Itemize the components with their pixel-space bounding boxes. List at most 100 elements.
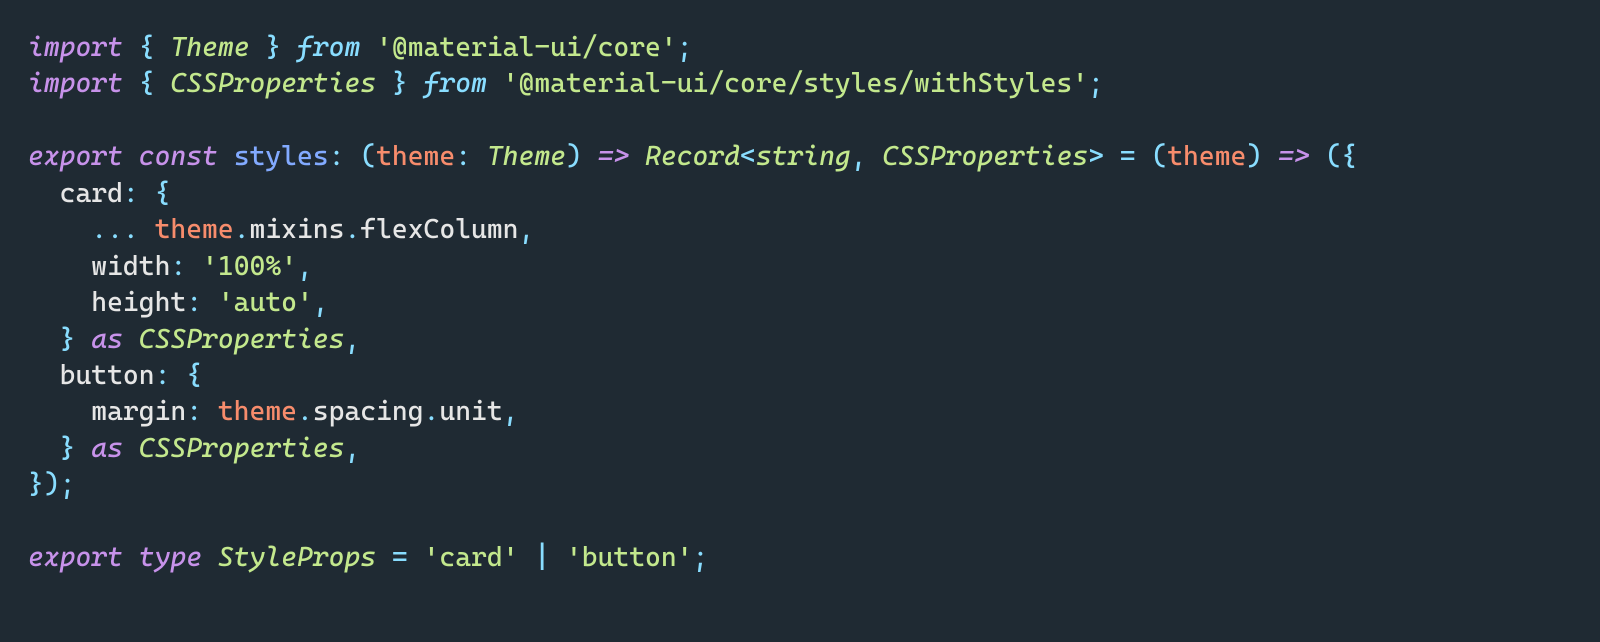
- code-token: ;: [60, 469, 76, 500]
- code-token: button: [60, 360, 155, 391]
- code-token: [376, 68, 392, 99]
- code-line: import { Theme } from '@material-ui/core…: [28, 32, 693, 63]
- code-token: CSSProperties: [139, 324, 345, 355]
- code-token: ,: [297, 251, 313, 282]
- code-token: ,: [344, 324, 360, 355]
- code-token: type: [139, 542, 202, 573]
- code-token: [202, 396, 218, 427]
- code-token: <: [740, 141, 756, 172]
- code-token: [60, 287, 92, 318]
- code-token: :: [186, 396, 202, 427]
- code-token: Record: [645, 141, 740, 172]
- code-token: string: [756, 141, 851, 172]
- code-line: card: {: [28, 178, 170, 209]
- code-token: import: [28, 68, 123, 99]
- code-line: });: [28, 469, 75, 500]
- code-block: import { Theme } from '@material-ui/core…: [0, 0, 1600, 607]
- code-line: height: 'auto',: [28, 287, 329, 318]
- code-token: :: [155, 360, 171, 391]
- code-token: [60, 396, 92, 427]
- code-token: theme: [218, 396, 297, 427]
- code-token: 'card': [424, 542, 519, 573]
- code-token: [487, 68, 503, 99]
- code-token: StyleProps: [218, 542, 376, 573]
- code-token: }: [28, 469, 44, 500]
- code-token: }: [60, 324, 76, 355]
- code-token: styles: [234, 141, 329, 172]
- code-token: [123, 32, 139, 63]
- code-token: (: [1325, 141, 1341, 172]
- code-token: CSSProperties: [139, 433, 345, 464]
- code-token: (: [360, 141, 376, 172]
- code-token: CSSProperties: [882, 141, 1088, 172]
- code-token: [344, 141, 360, 172]
- code-token: [139, 214, 155, 245]
- code-token: :: [186, 287, 202, 318]
- code-token: flexColumn: [360, 214, 518, 245]
- code-token: ;: [693, 542, 709, 573]
- code-token: =: [1120, 141, 1136, 172]
- code-token: .: [297, 396, 313, 427]
- code-token: [202, 542, 218, 573]
- code-token: [28, 360, 60, 391]
- code-token: [376, 542, 392, 573]
- code-token: [186, 251, 202, 282]
- code-token: ,: [344, 433, 360, 464]
- code-token: [155, 32, 171, 63]
- code-token: {: [139, 32, 155, 63]
- code-token: =>: [598, 141, 630, 172]
- code-token: ,: [503, 396, 519, 427]
- code-token: [202, 287, 218, 318]
- code-token: ,: [313, 287, 329, 318]
- code-token: spacing: [313, 396, 424, 427]
- code-token: [281, 32, 297, 63]
- code-token: as: [91, 324, 123, 355]
- code-token: theme: [376, 141, 455, 172]
- code-token: [408, 542, 424, 573]
- code-line: export const styles: (theme: Theme) => R…: [28, 141, 1357, 172]
- code-token: |: [534, 542, 550, 573]
- code-token: [28, 396, 60, 427]
- code-token: [1310, 141, 1326, 172]
- code-token: '100%': [202, 251, 297, 282]
- code-token: '@material-ui/core': [376, 32, 677, 63]
- code-line: margin: theme.spacing.unit,: [28, 396, 518, 427]
- code-token: [28, 324, 60, 355]
- code-token: .: [234, 214, 250, 245]
- code-token: {: [1341, 141, 1357, 172]
- code-token: [123, 324, 139, 355]
- code-token: ...: [91, 214, 138, 245]
- code-token: [550, 542, 566, 573]
- code-token: .: [424, 396, 440, 427]
- code-token: [139, 178, 155, 209]
- code-token: ): [1246, 141, 1262, 172]
- code-token: :: [170, 251, 186, 282]
- code-token: '@material-ui/core/styles/withStyles': [503, 68, 1088, 99]
- code-token: [28, 178, 60, 209]
- code-token: [582, 141, 598, 172]
- code-token: [155, 68, 171, 99]
- code-token: [250, 32, 266, 63]
- code-line: import { CSSProperties } from '@material…: [28, 68, 1104, 99]
- code-token: width: [91, 251, 170, 282]
- code-token: theme: [1167, 141, 1246, 172]
- code-token: 'auto': [218, 287, 313, 318]
- code-line: ... theme.mixins.flexColumn,: [28, 214, 534, 245]
- code-token: [867, 141, 883, 172]
- code-token: [28, 251, 60, 282]
- code-token: [218, 141, 234, 172]
- code-token: from: [297, 32, 360, 63]
- code-token: }: [265, 32, 281, 63]
- code-token: >: [1088, 141, 1104, 172]
- code-token: [629, 141, 645, 172]
- code-token: [471, 141, 487, 172]
- code-token: [60, 214, 92, 245]
- code-token: [170, 360, 186, 391]
- code-token: [75, 324, 91, 355]
- code-token: Theme: [487, 141, 566, 172]
- code-token: :: [455, 141, 471, 172]
- code-token: export: [28, 141, 123, 172]
- code-token: unit: [439, 396, 502, 427]
- code-token: [1262, 141, 1278, 172]
- code-token: :: [123, 178, 139, 209]
